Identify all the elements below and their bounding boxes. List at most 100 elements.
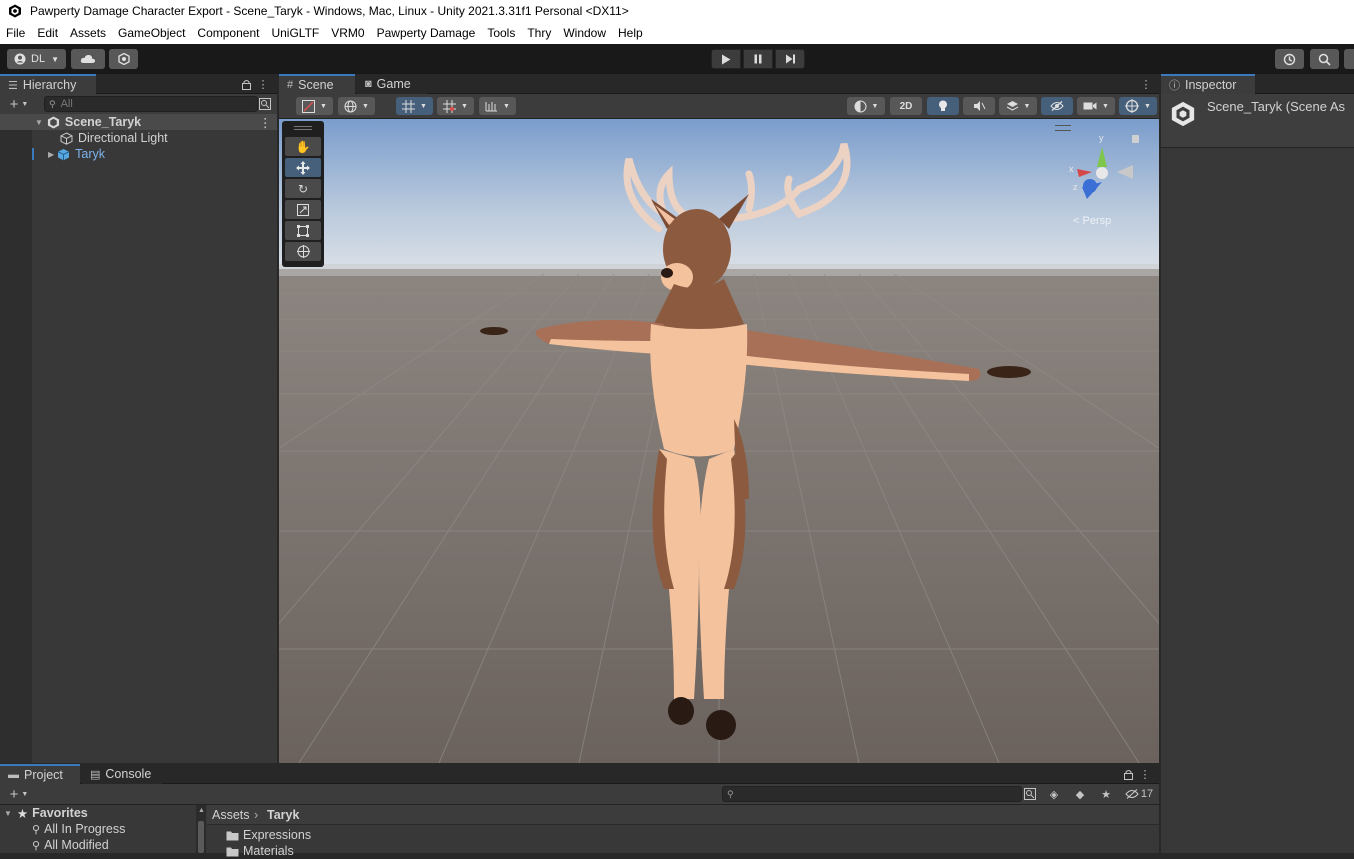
hidden-packages-toggle[interactable]: 17 bbox=[1122, 786, 1156, 802]
sidebar-scrollbar[interactable]: ▲ bbox=[196, 805, 206, 853]
menu-edit[interactable]: Edit bbox=[31, 22, 64, 44]
move-tool[interactable] bbox=[285, 158, 321, 177]
info-icon: ⓘ bbox=[1169, 80, 1180, 92]
favorite-all-in-progress[interactable]: ⚲ All In Progress bbox=[32, 821, 125, 837]
mode-2d-toggle[interactable]: 2D bbox=[890, 97, 922, 115]
more-options-icon[interactable]: ⋮ bbox=[1141, 77, 1152, 91]
collab-button[interactable] bbox=[109, 49, 138, 69]
draw-mode-dropdown[interactable]: ▼ bbox=[296, 97, 333, 115]
search-filter-icon[interactable] bbox=[258, 97, 272, 111]
global-pivot-dropdown[interactable]: ▼ bbox=[338, 97, 375, 115]
orientation-gizmo[interactable]: y x z < Persp bbox=[1067, 127, 1137, 227]
snap-increment-dropdown[interactable]: ▼ bbox=[437, 97, 474, 115]
project-search-input[interactable]: ⚲ bbox=[722, 786, 1022, 802]
tab-project[interactable]: ▬ Project bbox=[0, 764, 80, 784]
hierarchy-item-directional-light[interactable]: Directional Light bbox=[60, 130, 168, 146]
favorite-all-modified[interactable]: ⚲ All Modified bbox=[32, 837, 109, 853]
history-button[interactable] bbox=[1275, 49, 1304, 69]
lock-icon[interactable] bbox=[240, 77, 252, 91]
menu-file[interactable]: File bbox=[0, 22, 31, 44]
filter-by-type-icon[interactable]: ◈ bbox=[1046, 787, 1062, 801]
favorite-star-icon[interactable]: ★ bbox=[1098, 787, 1114, 801]
gizmo-drag-handle[interactable] bbox=[1055, 125, 1071, 131]
tab-console-label: Console bbox=[105, 767, 152, 781]
scale-tool[interactable] bbox=[285, 200, 321, 219]
inspector-object-name: Scene_Taryk (Scene As bbox=[1207, 99, 1346, 114]
main-toolbar: DL ▼ bbox=[0, 44, 1354, 74]
folder-materials[interactable]: Materials bbox=[226, 843, 294, 859]
menu-component[interactable]: Component bbox=[191, 22, 265, 44]
cloud-button[interactable] bbox=[71, 49, 105, 69]
scene-name-label: Scene_Taryk bbox=[64, 115, 142, 129]
menu-vrm0[interactable]: VRM0 bbox=[325, 22, 370, 44]
menu-pawperty-damage[interactable]: Pawperty Damage bbox=[371, 22, 482, 44]
menu-window[interactable]: Window bbox=[557, 22, 612, 44]
folder-label: Materials bbox=[243, 844, 294, 858]
gizmo-z-label: z bbox=[1073, 182, 1078, 192]
grid-snap-icon bbox=[402, 99, 416, 113]
tab-inspector[interactable]: ⓘ Inspector bbox=[1161, 74, 1255, 94]
search-button[interactable] bbox=[1310, 49, 1339, 69]
menu-assets[interactable]: Assets bbox=[64, 22, 112, 44]
audio-toggle[interactable] bbox=[963, 97, 995, 115]
tab-scene[interactable]: # Scene bbox=[279, 74, 355, 94]
tab-hierarchy[interactable]: ☰ Hierarchy bbox=[0, 74, 96, 94]
lock-icon[interactable] bbox=[1132, 135, 1139, 143]
pause-icon bbox=[754, 54, 762, 64]
step-button[interactable] bbox=[775, 49, 805, 69]
transform-tool[interactable] bbox=[285, 242, 321, 261]
project-toolbar: + ▼ ⚲ ◈ ◆ ★ 17 bbox=[0, 784, 1159, 805]
rotate-tool[interactable]: ↻ bbox=[285, 179, 321, 198]
history-icon bbox=[1283, 53, 1296, 65]
lock-icon[interactable] bbox=[1122, 767, 1134, 781]
play-button[interactable] bbox=[711, 49, 741, 69]
unity-logo-icon bbox=[9, 4, 21, 18]
layers-dropdown[interactable] bbox=[1344, 49, 1354, 69]
menu-unigltf[interactable]: UniGLTF bbox=[265, 22, 325, 44]
chevron-down-icon: ▼ bbox=[4, 808, 12, 818]
gizmo-icon bbox=[1125, 99, 1140, 113]
breadcrumb-assets[interactable]: Assets bbox=[212, 807, 250, 823]
create-button[interactable]: + ▼ bbox=[4, 786, 34, 803]
scene-viewport[interactable]: y x z < Persp bbox=[279, 119, 1159, 763]
gizmos-dropdown[interactable]: ▼ bbox=[1119, 97, 1157, 115]
tab-console[interactable]: ▤ Console bbox=[82, 764, 162, 784]
account-dropdown[interactable]: DL ▼ bbox=[7, 49, 66, 69]
pause-button[interactable] bbox=[743, 49, 773, 69]
palette-drag-handle[interactable] bbox=[294, 126, 312, 130]
hidden-objects-toggle[interactable] bbox=[1041, 97, 1073, 115]
favorite-label: All Modified bbox=[44, 838, 109, 852]
create-button[interactable]: + ▼ bbox=[4, 96, 34, 113]
rect-tool[interactable] bbox=[285, 221, 321, 240]
move-icon bbox=[296, 160, 310, 175]
camera-dropdown[interactable]: ▼ bbox=[1077, 97, 1115, 115]
effects-dropdown[interactable]: ▼ bbox=[999, 97, 1037, 115]
more-options-icon[interactable]: ⋮ bbox=[1140, 767, 1151, 781]
favorites-header[interactable]: ▼ ★ Favorites bbox=[4, 805, 88, 821]
hand-tool[interactable]: ✋ bbox=[285, 137, 321, 156]
filter-by-label-icon[interactable]: ◆ bbox=[1072, 787, 1088, 801]
hierarchy-search-input[interactable]: ⚲ All bbox=[44, 96, 258, 112]
breadcrumb-taryk[interactable]: Taryk bbox=[267, 807, 299, 823]
gizmo-y-label: y bbox=[1099, 133, 1104, 143]
menu-thry[interactable]: Thry bbox=[521, 22, 557, 44]
shading-dropdown[interactable]: ▼ bbox=[847, 97, 885, 115]
more-options-icon[interactable]: ⋮ bbox=[258, 77, 269, 91]
folder-expressions[interactable]: Expressions bbox=[226, 827, 311, 843]
lighting-toggle[interactable] bbox=[927, 97, 959, 115]
more-options-icon[interactable]: ⋮ bbox=[259, 115, 272, 130]
menu-help[interactable]: Help bbox=[612, 22, 649, 44]
hierarchy-scene-row[interactable]: ▼ Scene_Taryk ⋮ bbox=[0, 114, 277, 130]
grid-snap-dropdown[interactable]: ▼ bbox=[396, 97, 433, 115]
ruler-dropdown[interactable]: ▼ bbox=[479, 97, 516, 115]
favorites-label: Favorites bbox=[32, 806, 88, 820]
hierarchy-item-label: Directional Light bbox=[78, 131, 168, 145]
menu-gameobject[interactable]: GameObject bbox=[112, 22, 191, 44]
tab-game[interactable]: ◙ Game bbox=[357, 74, 427, 94]
hierarchy-item-taryk[interactable]: ▶ Taryk bbox=[32, 146, 277, 162]
search-filter-icon[interactable] bbox=[1023, 787, 1037, 801]
menu-tools[interactable]: Tools bbox=[481, 22, 521, 44]
projection-label[interactable]: < Persp bbox=[1073, 215, 1111, 227]
settings-icon bbox=[117, 53, 130, 65]
chevron-right-icon[interactable]: ▶ bbox=[48, 150, 54, 159]
